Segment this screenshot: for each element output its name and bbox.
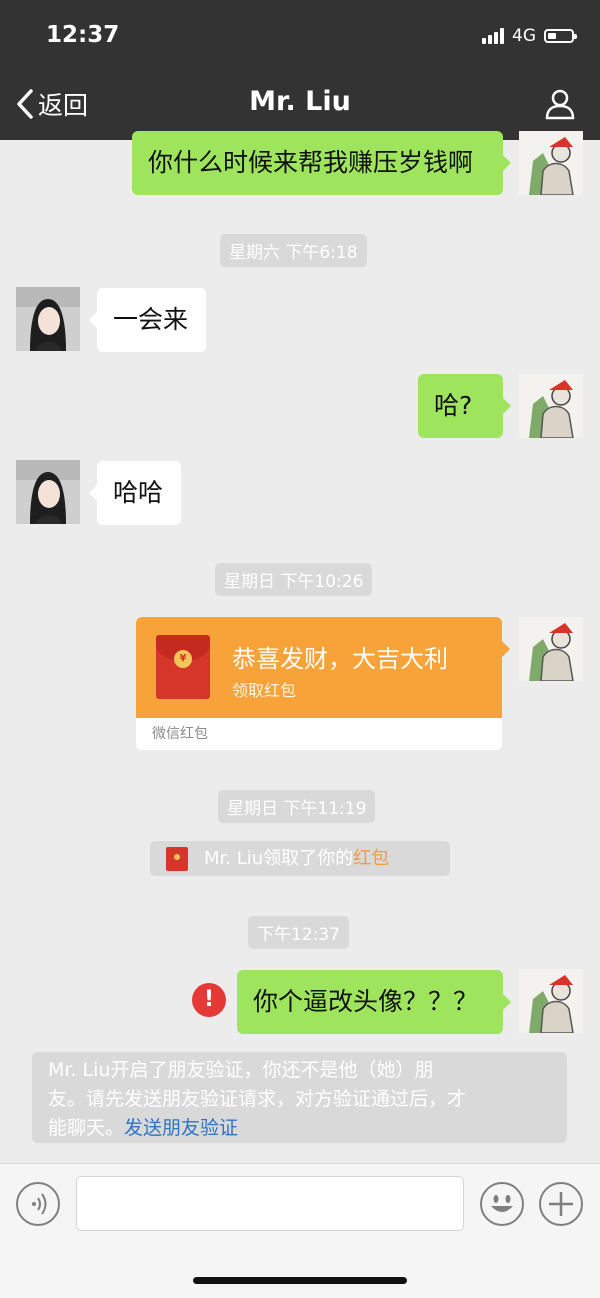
outgoing-message[interactable]: 你什么时候来帮我赚压岁钱啊 [132,131,511,195]
emoji-icon[interactable] [480,1182,524,1226]
timestamp: 星期日 下午10:26 [215,563,373,596]
timestamp: 下午12:37 [248,916,349,949]
chat-title: Mr. Liu [249,86,351,117]
message-text: 你个逼改头像？？？ [253,987,479,1016]
message-text: 一会来 [113,305,189,334]
red-envelope-icon: ¥ [156,635,210,699]
timestamp: 星期日 下午11:19 [218,790,376,823]
input-bar [0,1163,600,1298]
verify-line: 能聊天。 [48,1117,125,1139]
red-envelope-icon [166,847,188,871]
send-failed-icon[interactable]: ! [192,983,226,1017]
verify-line: 友。请先发送朋友验证请求，对方验证通过后，才 [48,1088,467,1110]
incoming-message[interactable]: 哈哈 [89,461,181,525]
my-avatar[interactable] [519,617,583,681]
red-packet-title: 恭喜发财，大吉大利 [232,645,448,673]
plus-icon[interactable] [539,1182,583,1226]
home-indicator [193,1277,407,1284]
claimed-text: Mr. Liu领取了你的 [204,848,354,869]
message-text: 哈哈 [113,478,164,507]
verify-line: Mr. Liu开启了朋友验证，你还不是他（她）朋 [48,1059,434,1081]
coin-icon: ¥ [174,650,192,668]
status-indicators: 4G [482,26,577,46]
person-icon[interactable] [544,88,576,124]
red-packet-link[interactable]: 红包 [353,848,389,869]
timestamp: 星期六 下午6:18 [220,234,367,267]
send-verification-link[interactable]: 发送朋友验证 [124,1117,238,1139]
red-packet-body: ¥ 恭喜发财，大吉大利 领取红包 [136,617,510,718]
message-text: 哈? [434,391,473,420]
red-packet-claimed-note: Mr. Liu领取了你的红包 [150,841,450,876]
incoming-message[interactable]: 一会来 [89,288,206,352]
my-avatar[interactable] [519,374,583,438]
my-avatar[interactable] [519,969,583,1033]
outgoing-message[interactable]: 哈? [418,374,511,438]
red-packet-subtitle: 领取红包 [232,681,297,700]
voice-icon[interactable] [16,1182,60,1226]
friend-verification-note: Mr. Liu开启了朋友验证，你还不是他（她）朋 友。请先发送朋友验证请求，对方… [32,1052,567,1143]
message-input[interactable] [76,1176,464,1231]
battery-level [548,33,556,39]
battery-icon [544,29,577,43]
signal-icon [482,28,504,44]
message-text: 你什么时候来帮我赚压岁钱啊 [148,148,474,177]
status-time: 12:37 [46,22,120,48]
network-label: 4G [512,26,536,46]
red-packet-message[interactable]: ¥ 恭喜发财，大吉大利 领取红包 微信红包 [136,617,510,750]
contact-avatar[interactable] [16,287,80,351]
contact-avatar[interactable] [16,460,80,524]
my-avatar[interactable] [519,131,583,195]
top-bar: 12:37 4G 返回 Mr. Liu [0,0,600,140]
outgoing-message[interactable]: 你个逼改头像？？？ [237,970,511,1034]
red-packet-footer: 微信红包 [136,718,502,750]
